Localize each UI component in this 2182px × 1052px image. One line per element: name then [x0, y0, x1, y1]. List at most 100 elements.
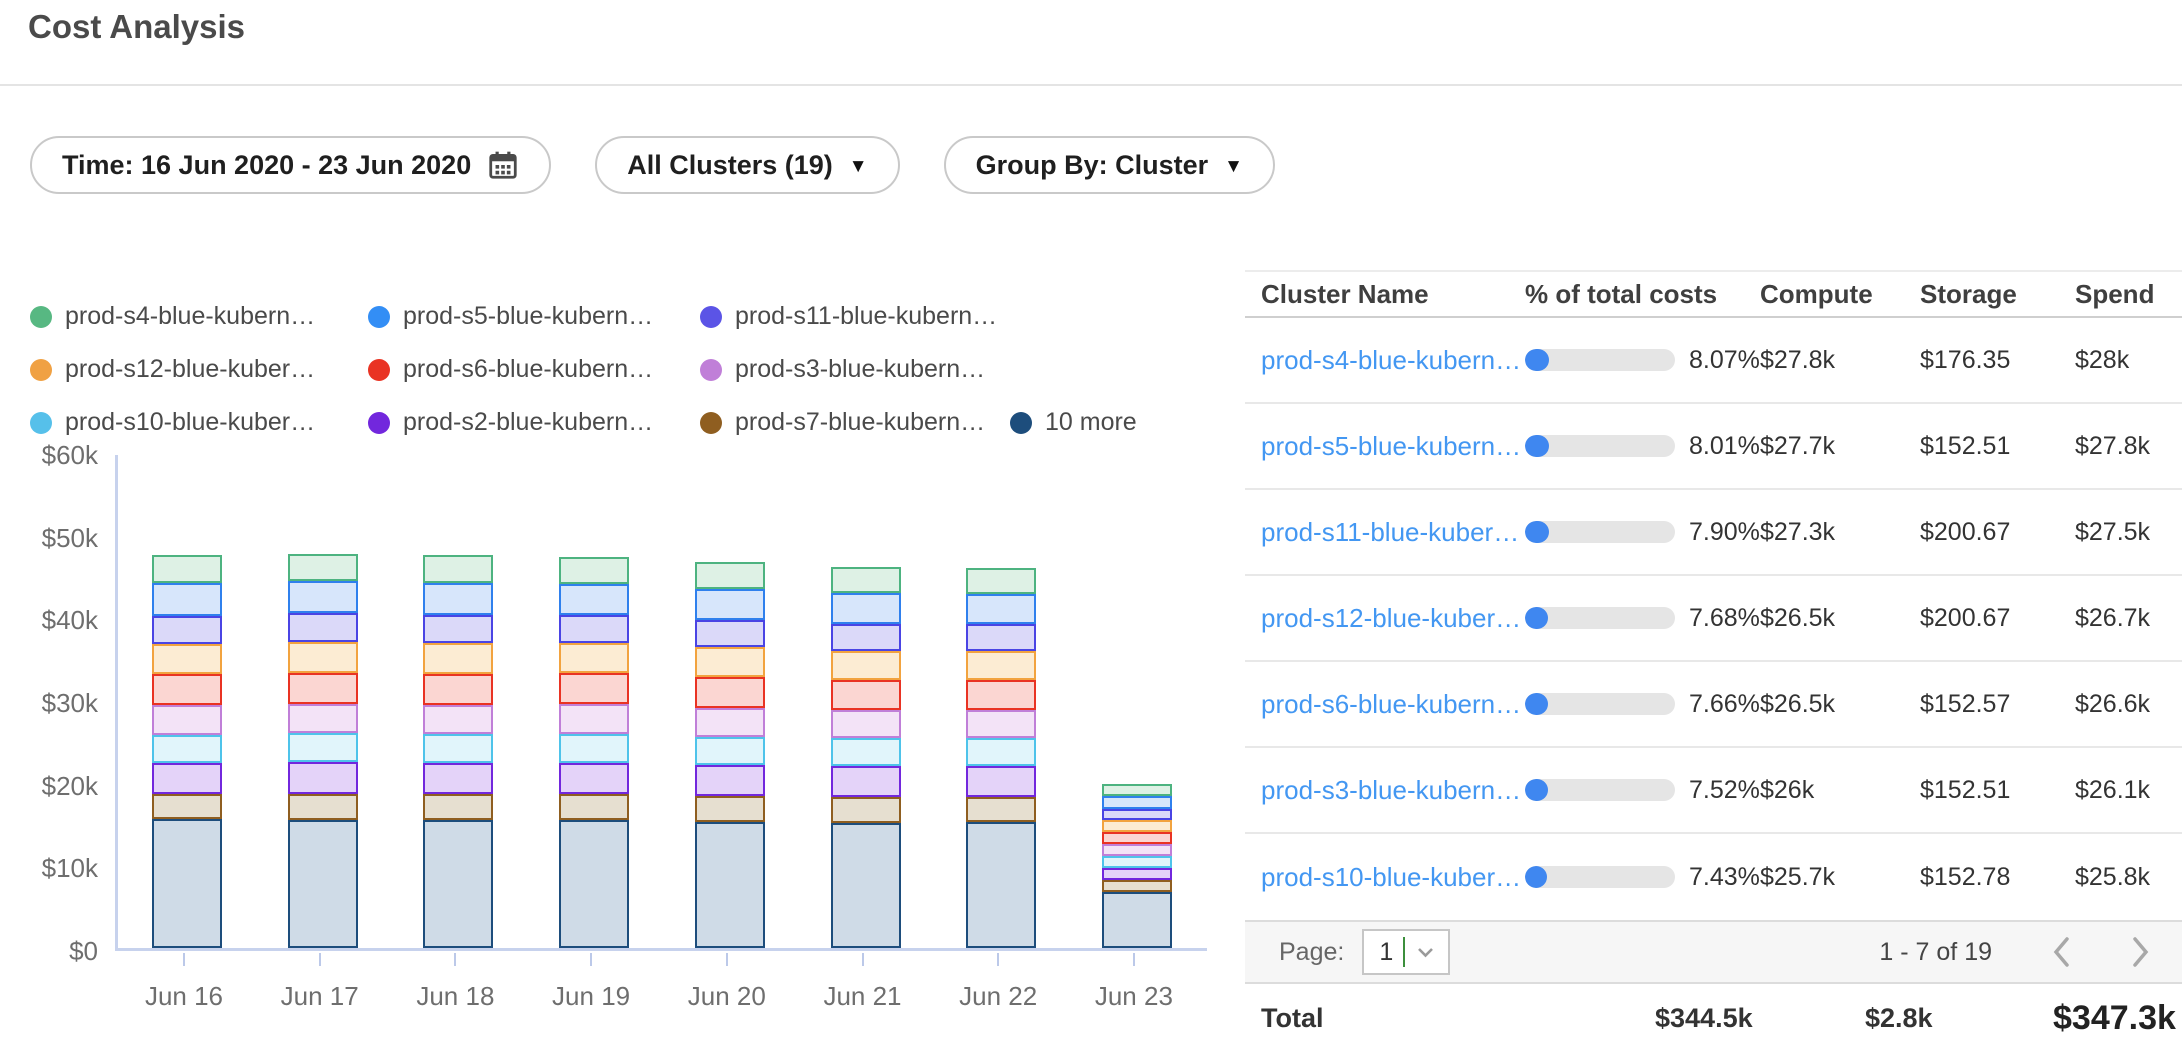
- pct-total-costs-cell: 7.43%: [1525, 863, 1760, 892]
- cluster-name-cell: prod-s3-blue-kubern…: [1261, 775, 1525, 806]
- bar-segment: [559, 584, 629, 615]
- pct-progress-bar: [1525, 435, 1675, 457]
- pct-value: 7.43%: [1689, 863, 1760, 892]
- bar-segment: [966, 680, 1036, 710]
- bar-segment: [559, 643, 629, 673]
- cluster-link[interactable]: prod-s5-blue-kubern…: [1261, 431, 1521, 461]
- legend-label: prod-s3-blue-kubern…: [735, 355, 985, 384]
- legend-label: prod-s10-blue-kuber…: [65, 408, 315, 437]
- x-axis-tick: [319, 953, 321, 966]
- legend-label: prod-s7-blue-kubern…: [735, 408, 985, 437]
- page-title: Cost Analysis: [28, 8, 245, 46]
- prev-page-button[interactable]: [2050, 935, 2072, 969]
- bar-segment: [152, 616, 222, 644]
- x-axis-tick: [183, 953, 185, 966]
- legend-label: 10 more: [1045, 408, 1137, 437]
- total-storage: $2.8k: [1865, 1003, 2075, 1034]
- legend-color-dot: [368, 306, 390, 328]
- pct-value: 7.68%: [1689, 604, 1760, 633]
- bar-segment: [152, 583, 222, 616]
- bar-jun-19: [559, 557, 629, 948]
- bar-segment: [152, 794, 222, 819]
- cluster-name-cell: prod-s4-blue-kubern…: [1261, 345, 1525, 376]
- total-spend: $347.3k: [2053, 999, 2182, 1038]
- x-axis-tick: [454, 953, 456, 966]
- group-by-dropdown[interactable]: Group By: Cluster ▼: [944, 136, 1275, 194]
- pct-progress-bar: [1525, 607, 1675, 629]
- x-axis-label: Jun 22: [938, 981, 1058, 1012]
- legend-color-dot: [700, 359, 722, 381]
- next-page-button[interactable]: [2130, 935, 2152, 969]
- pct-total-costs-cell: 7.90%: [1525, 518, 1760, 547]
- x-axis-tick: [1133, 953, 1135, 966]
- spend-cell: $26.6k: [2075, 690, 2182, 719]
- bar-segment: [695, 647, 765, 677]
- cluster-link[interactable]: prod-s12-blue-kuber…: [1261, 603, 1521, 633]
- cost-bar-chart: $0$10k$20k$30k$40k$50k$60k Jun 16Jun 17J…: [0, 440, 1235, 1052]
- bar-segment: [559, 704, 629, 734]
- legend-label: prod-s2-blue-kubern…: [403, 408, 653, 437]
- bar-jun-23: [1102, 784, 1172, 948]
- cluster-link[interactable]: prod-s10-blue-kuber…: [1261, 862, 1521, 892]
- bar-segment: [966, 568, 1036, 594]
- x-axis-label: Jun 21: [803, 981, 923, 1012]
- compute-cell: $27.8k: [1760, 346, 1920, 375]
- compute-cell: $26.5k: [1760, 604, 1920, 633]
- compute-cell: $27.3k: [1760, 518, 1920, 547]
- bar-segment: [1102, 892, 1172, 948]
- caret-down-icon: ▼: [849, 157, 868, 176]
- y-axis-label: $20k: [0, 770, 98, 802]
- bar-segment: [831, 823, 901, 948]
- pct-value: 8.07%: [1689, 346, 1760, 375]
- bar-segment: [288, 704, 358, 733]
- page-select[interactable]: 1: [1362, 929, 1450, 975]
- time-range-filter[interactable]: Time: 16 Jun 2020 - 23 Jun 2020: [30, 136, 551, 194]
- cluster-link[interactable]: prod-s11-blue-kuber…: [1261, 517, 1519, 547]
- clusters-filter-label: All Clusters (19): [627, 150, 833, 181]
- pct-total-costs-cell: 8.01%: [1525, 432, 1760, 461]
- bar-segment: [695, 562, 765, 589]
- bar-segment: [966, 766, 1036, 797]
- storage-cell: $152.78: [1920, 863, 2075, 892]
- pct-progress-bar: [1525, 779, 1675, 801]
- bar-segment: [1102, 832, 1172, 844]
- table-header: Cluster Name % of total costs Compute St…: [1245, 270, 2182, 318]
- pct-total-costs-cell: 7.68%: [1525, 604, 1760, 633]
- bar-segment: [831, 651, 901, 680]
- page-label: Page:: [1279, 938, 1344, 967]
- spend-cell: $27.8k: [2075, 432, 2182, 461]
- cost-analysis-page: Cost Analysis Time: 16 Jun 2020 - 23 Jun…: [0, 0, 2182, 1052]
- table-row: prod-s12-blue-kuber…7.68%$26.5k$200.67$2…: [1245, 576, 2182, 662]
- bar-segment: [152, 735, 222, 763]
- x-axis-tick: [997, 953, 999, 966]
- bar-segment: [152, 819, 222, 948]
- legend-label: prod-s6-blue-kubern…: [403, 355, 653, 384]
- legend-label: prod-s12-blue-kuber…: [65, 355, 315, 384]
- bar-segment: [288, 733, 358, 762]
- x-axis-label: Jun 18: [395, 981, 515, 1012]
- table-row: prod-s4-blue-kubern…8.07%$27.8k$176.35$2…: [1245, 318, 2182, 404]
- bar-segment: [423, 705, 493, 734]
- bar-segment: [695, 765, 765, 796]
- y-axis-label: $60k: [0, 439, 98, 471]
- bar-segment: [966, 797, 1036, 822]
- y-axis-label: $10k: [0, 852, 98, 884]
- cluster-link[interactable]: prod-s4-blue-kubern…: [1261, 345, 1521, 375]
- bar-segment: [831, 567, 901, 593]
- legend-color-dot: [30, 412, 52, 434]
- legend-label: prod-s4-blue-kubern…: [65, 302, 315, 331]
- y-axis-label: $0: [0, 935, 98, 967]
- spend-cell: $25.8k: [2075, 863, 2182, 892]
- chevron-down-icon: [1417, 947, 1434, 958]
- storage-cell: $200.67: [1920, 518, 2075, 547]
- bar-segment: [288, 613, 358, 642]
- clusters-filter-dropdown[interactable]: All Clusters (19) ▼: [595, 136, 899, 194]
- bar-segment: [831, 593, 901, 624]
- cluster-link[interactable]: prod-s6-blue-kubern…: [1261, 689, 1521, 719]
- bar-jun-21: [831, 567, 901, 948]
- y-axis-label: $40k: [0, 604, 98, 636]
- bar-segment: [423, 555, 493, 583]
- bar-segment: [559, 557, 629, 584]
- cluster-link[interactable]: prod-s3-blue-kubern…: [1261, 775, 1521, 805]
- legend-item: prod-s7-blue-kubern…: [700, 402, 1010, 443]
